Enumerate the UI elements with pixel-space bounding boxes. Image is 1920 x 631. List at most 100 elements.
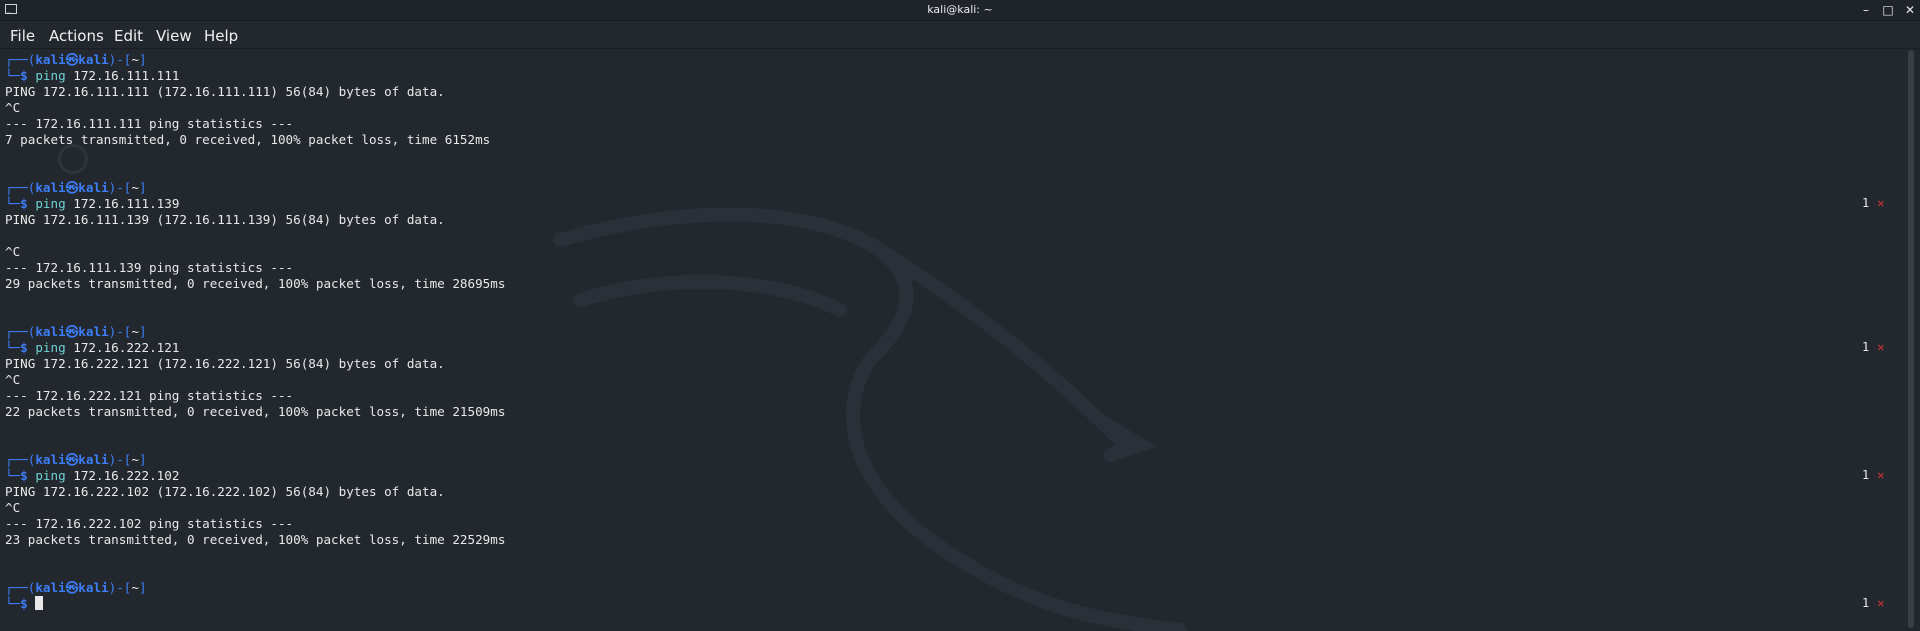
maximize-button[interactable]: □ bbox=[1880, 2, 1896, 18]
exit-status-indicator: 1 ✕ bbox=[1862, 340, 1902, 354]
command-line: └─$ ping 172.16.111.111 bbox=[5, 68, 1900, 84]
prompt-at-icon: ㉿ bbox=[65, 180, 79, 195]
prompt-dir: ~ bbox=[131, 52, 139, 67]
prompt-user: kali bbox=[35, 52, 66, 67]
prompt-dir: ~ bbox=[131, 324, 139, 339]
command-args: 172.16.111.139 bbox=[65, 196, 180, 211]
prompt-frame: └─ bbox=[5, 340, 21, 355]
close-button[interactable]: ✕ bbox=[1902, 2, 1918, 18]
prompt-frame: )-[ bbox=[108, 324, 132, 339]
prompt-frame: ] bbox=[138, 452, 147, 467]
exit-status-indicator: 1 ✕ bbox=[1862, 468, 1902, 482]
scrollbar[interactable] bbox=[1908, 50, 1914, 628]
prompt-line: ┌──(kali㉿kali)-[~] bbox=[5, 580, 1900, 596]
command-args: 172.16.222.102 bbox=[65, 468, 180, 483]
prompt-frame: ] bbox=[138, 180, 147, 195]
output-line: ^C bbox=[5, 100, 21, 115]
exit-status-code: 1 bbox=[1862, 340, 1870, 354]
prompt-frame: └─ bbox=[5, 596, 21, 611]
prompt-line: ┌──(kali㉿kali)-[~] bbox=[5, 324, 1900, 340]
prompt-frame: ┌──( bbox=[5, 452, 36, 467]
output-line: PING 172.16.222.102 (172.16.222.102) 56(… bbox=[5, 484, 445, 499]
output-line: ^C bbox=[5, 372, 21, 387]
prompt-line: ┌──(kali㉿kali)-[~] bbox=[5, 52, 1900, 68]
exit-status-indicator: 1 ✕ bbox=[1862, 196, 1902, 210]
prompt-symbol: $ bbox=[20, 468, 36, 483]
prompt-host: kali bbox=[78, 452, 109, 467]
prompt-frame: ┌──( bbox=[5, 180, 36, 195]
command-line: └─$ ping 172.16.111.139 bbox=[5, 196, 1900, 212]
command-name: ping bbox=[35, 68, 66, 83]
prompt-frame: ┌──( bbox=[5, 324, 36, 339]
menu-help[interactable]: Help bbox=[204, 27, 238, 45]
prompt-user: kali bbox=[35, 452, 66, 467]
command-name: ping bbox=[35, 340, 66, 355]
prompt-frame: ┌──( bbox=[5, 580, 36, 595]
prompt-at-icon: ㉿ bbox=[65, 452, 79, 467]
prompt-line: ┌──(kali㉿kali)-[~] bbox=[5, 180, 1900, 196]
prompt-dir: ~ bbox=[131, 580, 139, 595]
prompt-dir: ~ bbox=[131, 180, 139, 195]
prompt-symbol: $ bbox=[20, 340, 36, 355]
menu-view[interactable]: View bbox=[156, 27, 192, 45]
error-x-icon: ✕ bbox=[1877, 596, 1885, 610]
menu-actions[interactable]: Actions bbox=[49, 27, 104, 45]
command-line: └─$ bbox=[5, 596, 1900, 612]
prompt-frame: └─ bbox=[5, 68, 21, 83]
output-line: ^C bbox=[5, 244, 21, 259]
prompt-frame: └─ bbox=[5, 196, 21, 211]
menu-bar: File Actions Edit View Help bbox=[0, 21, 1920, 49]
menu-edit[interactable]: Edit bbox=[114, 27, 143, 45]
prompt-frame: )-[ bbox=[108, 580, 132, 595]
command-name: ping bbox=[35, 196, 66, 211]
prompt-symbol: $ bbox=[20, 68, 36, 83]
prompt-at-icon: ㉿ bbox=[65, 580, 79, 595]
prompt-host: kali bbox=[78, 324, 109, 339]
exit-status-code: 1 bbox=[1862, 468, 1870, 482]
prompt-at-icon: ㉿ bbox=[65, 324, 79, 339]
output-line: 7 packets transmitted, 0 received, 100% … bbox=[5, 132, 491, 147]
prompt-host: kali bbox=[78, 52, 109, 67]
window-title: kali@kali: ~ bbox=[927, 3, 993, 16]
prompt-frame: )-[ bbox=[108, 452, 132, 467]
error-x-icon: ✕ bbox=[1877, 196, 1885, 210]
output-line: 29 packets transmitted, 0 received, 100%… bbox=[5, 276, 506, 291]
error-x-icon: ✕ bbox=[1877, 468, 1885, 482]
menu-file[interactable]: File bbox=[10, 27, 35, 45]
command-args: 172.16.111.111 bbox=[65, 68, 180, 83]
prompt-symbol: $ bbox=[20, 596, 36, 611]
prompt-symbol: $ bbox=[20, 196, 36, 211]
exit-status-code: 1 bbox=[1862, 596, 1870, 610]
terminal-output[interactable]: ┌──(kali㉿kali)-[~] └─$ ping 172.16.111.11… bbox=[5, 52, 1900, 612]
text-cursor bbox=[35, 596, 44, 610]
command-name: ping bbox=[35, 468, 66, 483]
error-x-icon: ✕ bbox=[1877, 340, 1885, 354]
prompt-dir: ~ bbox=[131, 452, 139, 467]
prompt-frame: )-[ bbox=[108, 180, 132, 195]
command-line: └─$ ping 172.16.222.102 bbox=[5, 468, 1900, 484]
minimize-button[interactable]: – bbox=[1858, 2, 1874, 18]
exit-status-indicator: 1 ✕ bbox=[1862, 596, 1902, 610]
output-line: --- 172.16.111.111 ping statistics --- bbox=[5, 116, 294, 131]
prompt-user: kali bbox=[35, 580, 66, 595]
title-bar: _ kali@kali: ~ – □ ✕ bbox=[0, 0, 1920, 21]
prompt-frame: ] bbox=[138, 52, 147, 67]
output-line: PING 172.16.222.121 (172.16.222.121) 56(… bbox=[5, 356, 445, 371]
output-line: PING 172.16.111.111 (172.16.111.111) 56(… bbox=[5, 84, 445, 99]
prompt-frame: )-[ bbox=[108, 52, 132, 67]
output-line: --- 172.16.222.102 ping statistics --- bbox=[5, 516, 294, 531]
command-args: 172.16.222.121 bbox=[65, 340, 180, 355]
prompt-at-icon: ㉿ bbox=[65, 52, 79, 67]
output-line: --- 172.16.222.121 ping statistics --- bbox=[5, 388, 294, 403]
output-line: --- 172.16.111.139 ping statistics --- bbox=[5, 260, 294, 275]
prompt-line: ┌──(kali㉿kali)-[~] bbox=[5, 452, 1900, 468]
output-line: 23 packets transmitted, 0 received, 100%… bbox=[5, 532, 506, 547]
